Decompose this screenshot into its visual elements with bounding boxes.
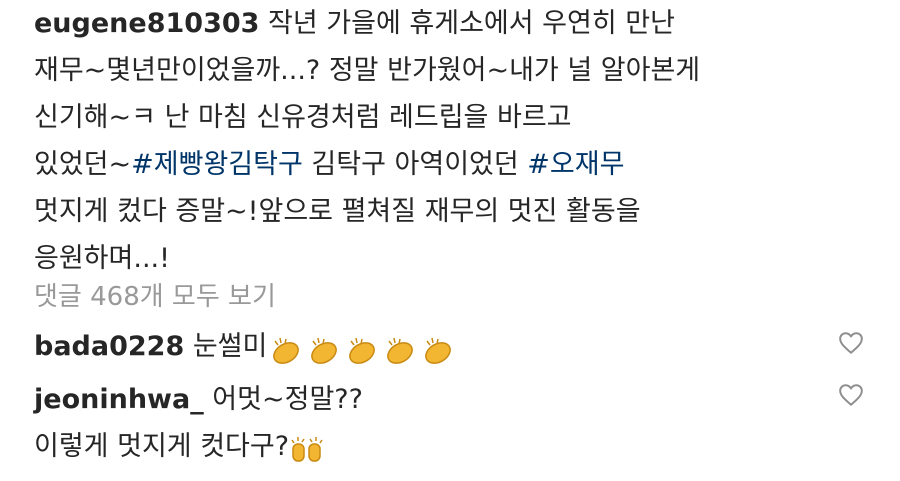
comment-item: bada0228 눈썰미 bbox=[34, 323, 834, 370]
hashtag-link[interactable]: #제빵왕김탁구 bbox=[131, 149, 303, 180]
caption-line-3: 신기해~ㅋ 난 마침 신유경처럼 레드립을 바르고 bbox=[34, 94, 834, 141]
caption-line-4: 있었던~#제빵왕김탁구 김탁구 아역이었던 #오재무 bbox=[34, 141, 834, 188]
caption-line-5: 멋지게 컸다 증말~!앞으로 펼쳐질 재무의 멋진 활동을 bbox=[34, 188, 834, 235]
caption-text: 신기해~ㅋ 난 마침 신유경처럼 레드립을 바르고 bbox=[34, 102, 572, 133]
caption-line-2: 재무~몇년만이었을까...? 정말 반가웠어~내가 널 알아본게 bbox=[34, 47, 834, 94]
comment-line: 이렇게 멋지게 컷다구? bbox=[34, 423, 834, 470]
view-all-comments-link[interactable]: 댓글 468개 모두 보기 bbox=[34, 275, 276, 319]
caption-text: 작년 가을에 휴게소에서 우연히 만난 bbox=[268, 8, 675, 39]
caption-text: 재무~몇년만이었을까...? 정말 반가웠어~내가 널 알아본게 bbox=[34, 55, 701, 86]
post-username[interactable]: eugene810303 bbox=[34, 8, 259, 39]
clapping-hands-icon bbox=[267, 335, 457, 365]
post-caption: eugene810303 작년 가을에 휴게소에서 우연히 만난 재무~몇년만이… bbox=[34, 0, 834, 282]
hashtag-link[interactable]: #오재무 bbox=[527, 149, 624, 180]
comment-username[interactable]: bada0228 bbox=[34, 331, 184, 362]
caption-text: 있었던~ bbox=[34, 149, 132, 180]
comment-item: jeoninhwa_ 어멋~정말?? 이렇게 멋지게 컷다구? bbox=[34, 376, 834, 470]
caption-text: 김탁구 아역이었던 bbox=[302, 149, 528, 180]
caption-text: 멋지게 컸다 증말~!앞으로 펼쳐질 재무의 멋진 활동을 bbox=[34, 196, 641, 227]
comment-line: bada0228 눈썰미 bbox=[34, 323, 834, 370]
comment-text: 눈썰미 bbox=[192, 331, 268, 362]
heart-icon[interactable] bbox=[838, 331, 864, 355]
caption-text: 응원하며...! bbox=[34, 243, 170, 274]
comment-text: 어멋~정말?? bbox=[212, 384, 363, 415]
caption-line-1: eugene810303 작년 가을에 휴게소에서 우연히 만난 bbox=[34, 0, 834, 47]
comment-line: jeoninhwa_ 어멋~정말?? bbox=[34, 376, 834, 423]
comment-username[interactable]: jeoninhwa_ bbox=[34, 384, 204, 415]
heart-icon[interactable] bbox=[838, 383, 864, 407]
comment-text: 이렇게 멋지게 컷다구? bbox=[34, 431, 290, 462]
raising-hands-icon bbox=[289, 436, 325, 464]
